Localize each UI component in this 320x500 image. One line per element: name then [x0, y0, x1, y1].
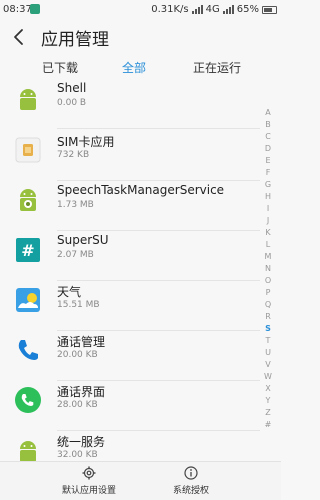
- index-letter[interactable]: #: [262, 419, 274, 431]
- app-name: SpeechTaskManagerService: [57, 183, 225, 197]
- index-letter[interactable]: C: [262, 131, 274, 143]
- app-size: 15.51 MB: [57, 300, 100, 310]
- app-size: 28.00 KB: [57, 400, 98, 410]
- divider: [57, 128, 260, 129]
- app-row-unified-service[interactable]: 统一服务 32.00 KB: [0, 431, 260, 461]
- index-letter[interactable]: S: [262, 323, 274, 335]
- index-letter[interactable]: H: [262, 191, 274, 203]
- app-name: SIM卡应用: [57, 135, 115, 149]
- page-title: 应用管理: [41, 30, 109, 50]
- index-letter[interactable]: R: [262, 311, 274, 323]
- app-size: 732 KB: [57, 150, 90, 160]
- alphabet-index-bar[interactable]: A B C D E F G H I J K L M N O P Q R S T U V W X Y Z #: [262, 107, 274, 431]
- signal-icon-2: [222, 5, 234, 14]
- app-name: 通话界面: [57, 385, 106, 399]
- app-name: 通话管理: [57, 335, 106, 349]
- index-letter[interactable]: P: [262, 287, 274, 299]
- app-name: 统一服务: [57, 435, 106, 449]
- index-letter[interactable]: V: [262, 359, 274, 371]
- phone-green-icon: [15, 387, 41, 413]
- index-letter[interactable]: U: [262, 347, 274, 359]
- sim-card-icon: [15, 137, 41, 163]
- svg-text:#: #: [21, 241, 34, 260]
- index-letter[interactable]: B: [262, 119, 274, 131]
- app-size: 1.73 MB: [57, 200, 94, 210]
- app-size: 2.07 MB: [57, 250, 94, 260]
- app-size: 20.00 KB: [57, 350, 98, 360]
- index-letter[interactable]: I: [262, 203, 274, 215]
- app-name: SuperSU: [57, 233, 109, 247]
- app-size: 0.00 B: [57, 98, 87, 108]
- index-letter[interactable]: G: [262, 179, 274, 191]
- index-letter[interactable]: J: [262, 215, 274, 227]
- index-letter[interactable]: Q: [262, 299, 274, 311]
- notification-icon: [30, 4, 40, 14]
- index-letter[interactable]: A: [262, 107, 274, 119]
- index-letter[interactable]: N: [262, 263, 274, 275]
- index-letter[interactable]: L: [262, 239, 274, 251]
- app-name: 天气: [57, 285, 82, 299]
- signal-icon: [191, 5, 203, 14]
- index-letter[interactable]: Y: [262, 395, 274, 407]
- status-time: 08:37: [3, 4, 32, 15]
- tab-running[interactable]: 正在运行: [193, 59, 241, 76]
- index-letter[interactable]: E: [262, 155, 274, 167]
- app-name: Shell: [57, 81, 87, 95]
- index-letter[interactable]: D: [262, 143, 274, 155]
- phone-icon: [18, 340, 38, 360]
- network-type: 4G: [205, 4, 220, 15]
- index-letter[interactable]: X: [262, 383, 274, 395]
- index-letter[interactable]: K: [262, 227, 274, 239]
- app-row-weather[interactable]: 天气 15.51 MB: [0, 281, 260, 331]
- tab-downloaded[interactable]: 已下载: [42, 59, 78, 76]
- app-size: 32.00 KB: [57, 450, 98, 460]
- gear-icon: [82, 466, 96, 480]
- tab-bar: 已下载 全部 正在运行: [0, 55, 281, 81]
- tab-all[interactable]: 全部: [122, 59, 146, 76]
- info-icon: [184, 466, 198, 480]
- app-list: Shell 0.00 B SIM卡应用 732 KB SpeechTaskMan…: [0, 81, 281, 461]
- index-letter[interactable]: T: [262, 335, 274, 347]
- permissions-label: 系统授权: [172, 486, 209, 496]
- battery-icon: [262, 5, 277, 14]
- app-row-call-ui[interactable]: 通话界面 28.00 KB: [0, 381, 260, 431]
- default-apps-button[interactable]: 默认应用设置: [39, 466, 139, 496]
- default-apps-label: 默认应用设置: [61, 486, 116, 496]
- supersu-icon: #: [16, 238, 40, 262]
- app-header: 应用管理: [0, 20, 281, 55]
- battery-percent: 65%: [236, 4, 259, 15]
- index-letter[interactable]: Z: [262, 407, 274, 419]
- index-letter[interactable]: W: [262, 371, 274, 383]
- back-arrow-icon[interactable]: [8, 26, 30, 48]
- bottom-action-bar: 默认应用设置 系统授权: [0, 461, 281, 500]
- status-bar: 08:37 0.31K/s 4G 65%: [0, 0, 281, 20]
- android-gear-icon: [20, 189, 36, 211]
- app-row-call-manager[interactable]: 通话管理 20.00 KB: [0, 331, 260, 381]
- app-row-sim[interactable]: SIM卡应用 732 KB: [0, 131, 260, 181]
- permissions-button[interactable]: 系统授权: [141, 466, 241, 496]
- android-icon: [20, 441, 36, 461]
- app-row-speechtask[interactable]: SpeechTaskManagerService 1.73 MB: [0, 181, 260, 231]
- android-icon: [20, 89, 36, 110]
- index-letter[interactable]: M: [262, 251, 274, 263]
- app-row-shell[interactable]: Shell 0.00 B: [0, 81, 260, 129]
- index-letter[interactable]: F: [262, 167, 274, 179]
- network-speed: 0.31K/s: [151, 4, 189, 15]
- app-row-supersu[interactable]: # SuperSU 2.07 MB: [0, 231, 260, 281]
- weather-icon: [16, 288, 40, 312]
- index-letter[interactable]: O: [262, 275, 274, 287]
